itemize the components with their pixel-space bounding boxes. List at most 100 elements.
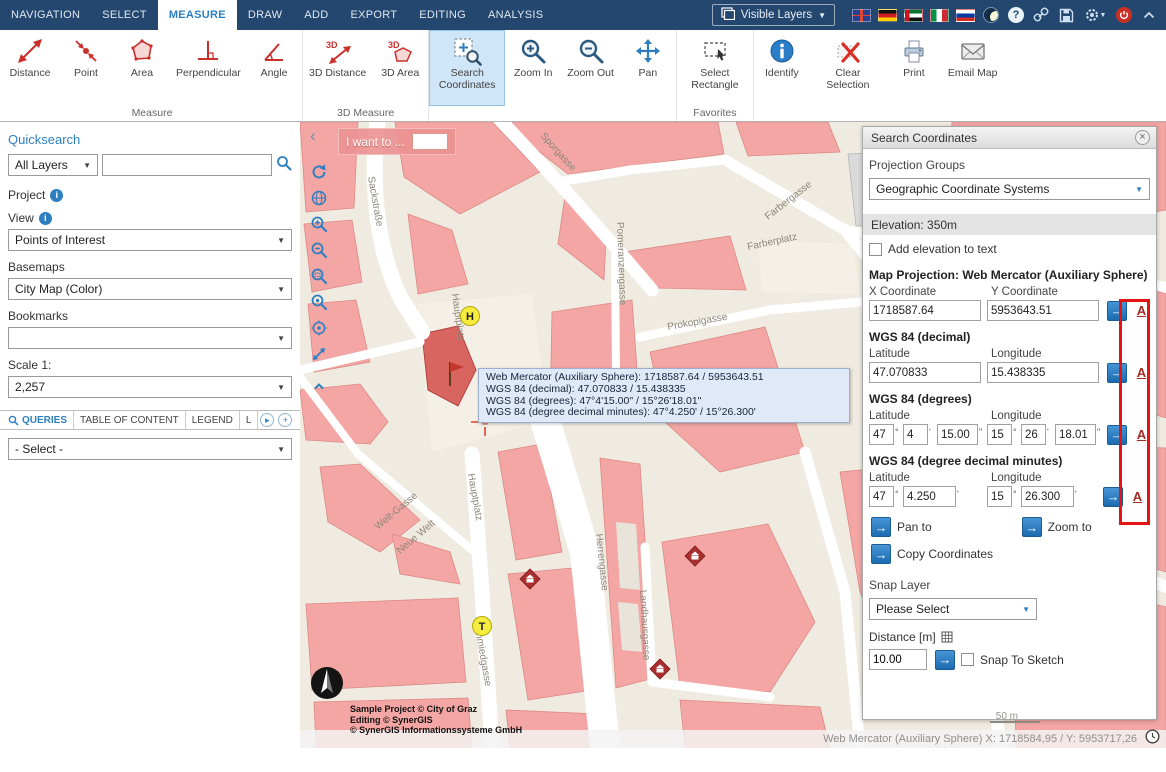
query-select[interactable]: - Select -▼ [8,438,292,460]
chevron-down-icon: ▼ [818,11,826,20]
print-button[interactable]: Print [886,30,942,106]
tab-legend[interactable]: LEGEND [186,411,240,429]
menu-tab-measure[interactable]: MEASURE [158,0,237,30]
zoom-to-button[interactable]: → [1022,517,1042,537]
x-coordinate-input[interactable] [869,300,981,321]
area-button[interactable]: Area [114,30,170,106]
longitude-decimal-input[interactable] [987,362,1099,383]
map-viewport[interactable]: Sackstraße Sporgasse Pomeranzengasse Far… [300,122,1166,748]
lon-ddm-minutes-input[interactable] [1021,486,1074,507]
menu-tab-editing[interactable]: EDITING [408,0,477,30]
overview-globe-button[interactable] [309,188,329,208]
share-link-icon[interactable] [1032,6,1050,24]
tab-overflow-button[interactable]: + [278,413,292,427]
panel-header[interactable]: Search Coordinates × [863,127,1156,149]
zoom-in-button[interactable]: Zoom In [505,30,561,106]
point-button[interactable]: Point [58,30,114,106]
lon-seconds-input[interactable] [1055,424,1096,445]
snap-layer-select[interactable]: Please Select ▼ [869,598,1037,620]
info-icon[interactable]: i [39,212,52,225]
collapse-map-toolbar-button[interactable] [309,376,329,396]
lat-degrees-input[interactable] [869,424,894,445]
menu-tab-analysis[interactable]: ANALYSIS [477,0,554,30]
collapse-toolbar-icon[interactable] [1140,6,1158,24]
info-icon[interactable]: i [50,189,63,202]
decimal-inputs-row: → A [869,362,1150,383]
pan-to-button[interactable]: → [871,517,891,537]
lon-minutes-input[interactable] [1021,424,1046,445]
view-select[interactable]: Points of Interest▼ [8,229,292,251]
search-icon[interactable] [276,155,292,176]
lon-ddm-degrees-input[interactable] [987,486,1012,507]
layer-filter-select[interactable]: All Layers▼ [8,154,98,176]
pan-button[interactable]: Pan [620,30,676,106]
settings-gear-icon[interactable]: ▼ [1082,6,1108,24]
menu-tab-select[interactable]: SELECT [91,0,158,30]
quicksearch-input[interactable] [102,154,272,176]
search-coordinates-button[interactable]: Search Coordinates [429,30,505,106]
zoom-to-label[interactable]: Zoom to [1048,520,1092,534]
help-icon[interactable]: ? [1007,6,1025,24]
tab-table-of-content[interactable]: TABLE OF CONTENT [74,411,186,429]
copy-coordinates-button[interactable]: → [871,544,891,564]
menu-tab-navigation[interactable]: NAVIGATION [0,0,91,30]
tab-queries[interactable]: QUERIES [2,411,74,429]
flag-arabic-icon[interactable] [904,9,923,22]
visible-layers-button[interactable]: Visible Layers ▼ [712,4,835,26]
add-elevation-checkbox[interactable] [869,243,882,256]
lat-seconds-input[interactable] [937,424,978,445]
flag-italian-icon[interactable] [930,9,949,22]
i-want-to-input[interactable] [412,133,448,150]
logout-power-icon[interactable] [1115,6,1133,24]
tab-truncated[interactable]: L [240,411,259,429]
snap-to-sketch-checkbox[interactable] [961,653,974,666]
i-want-to-widget[interactable]: I want to ... [338,128,456,155]
tab-scroll-right-button[interactable]: ▸ [260,413,274,427]
apply-distance-button[interactable]: → [935,650,955,670]
angle-button[interactable]: Angle [246,30,302,106]
close-icon[interactable]: × [1135,130,1150,145]
quicksearch-title[interactable]: Quicksearch [8,132,292,147]
history-clock-icon[interactable] [1145,729,1160,748]
y-coordinate-input[interactable] [987,300,1099,321]
lat-minutes-input[interactable] [903,424,928,445]
bookmark-select[interactable]: ▼ [8,327,292,349]
scale-select[interactable]: 2,257▼ [8,376,292,398]
sidebar-collapse-icon[interactable]: ‹ [310,126,316,146]
clear-selection-button[interactable]: Clear Selection [810,30,886,106]
copy-coordinates-label[interactable]: Copy Coordinates [897,547,993,561]
night-mode-icon[interactable] [982,6,1000,24]
lat-ddm-minutes-input[interactable] [903,486,956,507]
previous-extent-button[interactable] [309,162,329,182]
snap-distance-input[interactable] [869,649,927,670]
distance-3d-button[interactable]: 3D 3D Distance [303,30,372,106]
distance-button[interactable]: Distance [2,30,58,106]
zoom-window-button[interactable] [309,266,329,286]
flag-german-icon[interactable] [878,9,897,22]
zoom-in-tool-button[interactable] [309,214,329,234]
flag-english-icon[interactable] [852,9,871,22]
lat-ddm-degrees-input[interactable] [869,486,894,507]
zoom-out-tool-button[interactable] [309,240,329,260]
flag-russian-icon[interactable] [956,9,975,22]
save-icon[interactable] [1057,6,1075,24]
zoom-out-button[interactable]: Zoom Out [561,30,620,106]
default-tool-button[interactable] [309,318,329,338]
menu-tab-export[interactable]: EXPORT [339,0,408,30]
email-map-button[interactable]: Email Map [942,30,1004,106]
lon-degrees-input[interactable] [987,424,1012,445]
latitude-decimal-input[interactable] [869,362,981,383]
identify-button[interactable]: Identify [754,30,810,106]
full-extent-button[interactable] [309,344,329,364]
pan-to-label[interactable]: Pan to [897,520,932,534]
basemap-select[interactable]: City Map (Color)▼ [8,278,292,300]
area-3d-button[interactable]: 3D 3D Area [372,30,428,106]
projection-group-select[interactable]: Geographic Coordinate Systems ▼ [869,178,1150,200]
select-rectangle-button[interactable]: Select Rectangle [677,30,753,106]
menu-tab-add[interactable]: ADD [293,0,339,30]
perpendicular-button[interactable]: Perpendicular [170,30,246,106]
menu-tab-draw[interactable]: DRAW [237,0,293,30]
grid-icon[interactable] [941,631,953,643]
zoom-selection-button[interactable] [309,292,329,312]
add-elevation-row[interactable]: Add elevation to text [869,242,1150,256]
